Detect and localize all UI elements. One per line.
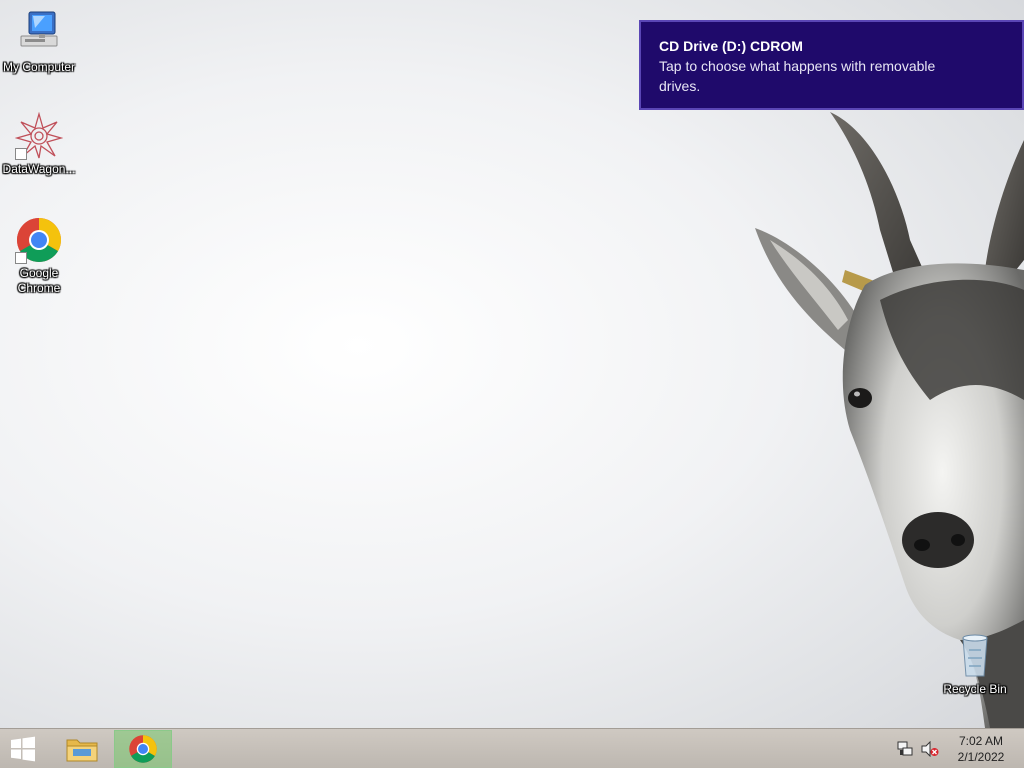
desktop-icon-datawagon[interactable]: DataWagon... — [0, 111, 78, 177]
desktop[interactable]: My Computer DataWagon... Google Chrome R… — [0, 0, 1024, 768]
removable-drive-notification[interactable]: CD Drive (D:) CDROM Tap to choose what h… — [639, 20, 1024, 110]
desktop-icon-google-chrome[interactable]: Google Chrome — [0, 216, 78, 296]
desktop-icon-recycle-bin[interactable]: Recycle Bin — [936, 632, 1014, 697]
chrome-icon — [15, 216, 63, 264]
desktop-icon-label: DataWagon... — [2, 162, 76, 176]
desktop-icon-label: Recycle Bin — [943, 682, 1007, 696]
notification-body: Tap to choose what happens with removabl… — [659, 58, 936, 94]
desktop-icon-my-computer[interactable]: My Computer — [0, 10, 78, 75]
network-icon[interactable] — [897, 741, 913, 762]
windows-logo-icon — [11, 736, 35, 762]
desktop-icon-label: My Computer — [2, 60, 76, 74]
notification-title: CD Drive (D:) CDROM — [659, 38, 803, 54]
desktop-icon-label: Google Chrome — [17, 266, 61, 295]
shortcut-arrow-icon — [15, 148, 27, 160]
computer-monitor-icon — [15, 10, 63, 58]
folder-icon — [66, 739, 98, 762]
chrome-taskbar-button[interactable] — [114, 730, 172, 768]
taskbar: 7:02 AM 2/1/2022 — [0, 728, 1024, 768]
taskbar-clock[interactable]: 7:02 AM 2/1/2022 — [948, 733, 1014, 765]
clock-date: 2/1/2022 — [957, 750, 1005, 764]
volume-muted-icon[interactable] — [921, 740, 939, 762]
file-explorer-taskbar-button[interactable] — [56, 730, 108, 768]
start-button[interactable] — [0, 730, 46, 768]
recycle-bin-icon — [951, 632, 999, 680]
clock-time: 7:02 AM — [958, 734, 1004, 748]
shortcut-arrow-icon — [15, 252, 27, 264]
datawagon-star-icon — [14, 111, 64, 160]
chrome-icon — [129, 735, 157, 763]
